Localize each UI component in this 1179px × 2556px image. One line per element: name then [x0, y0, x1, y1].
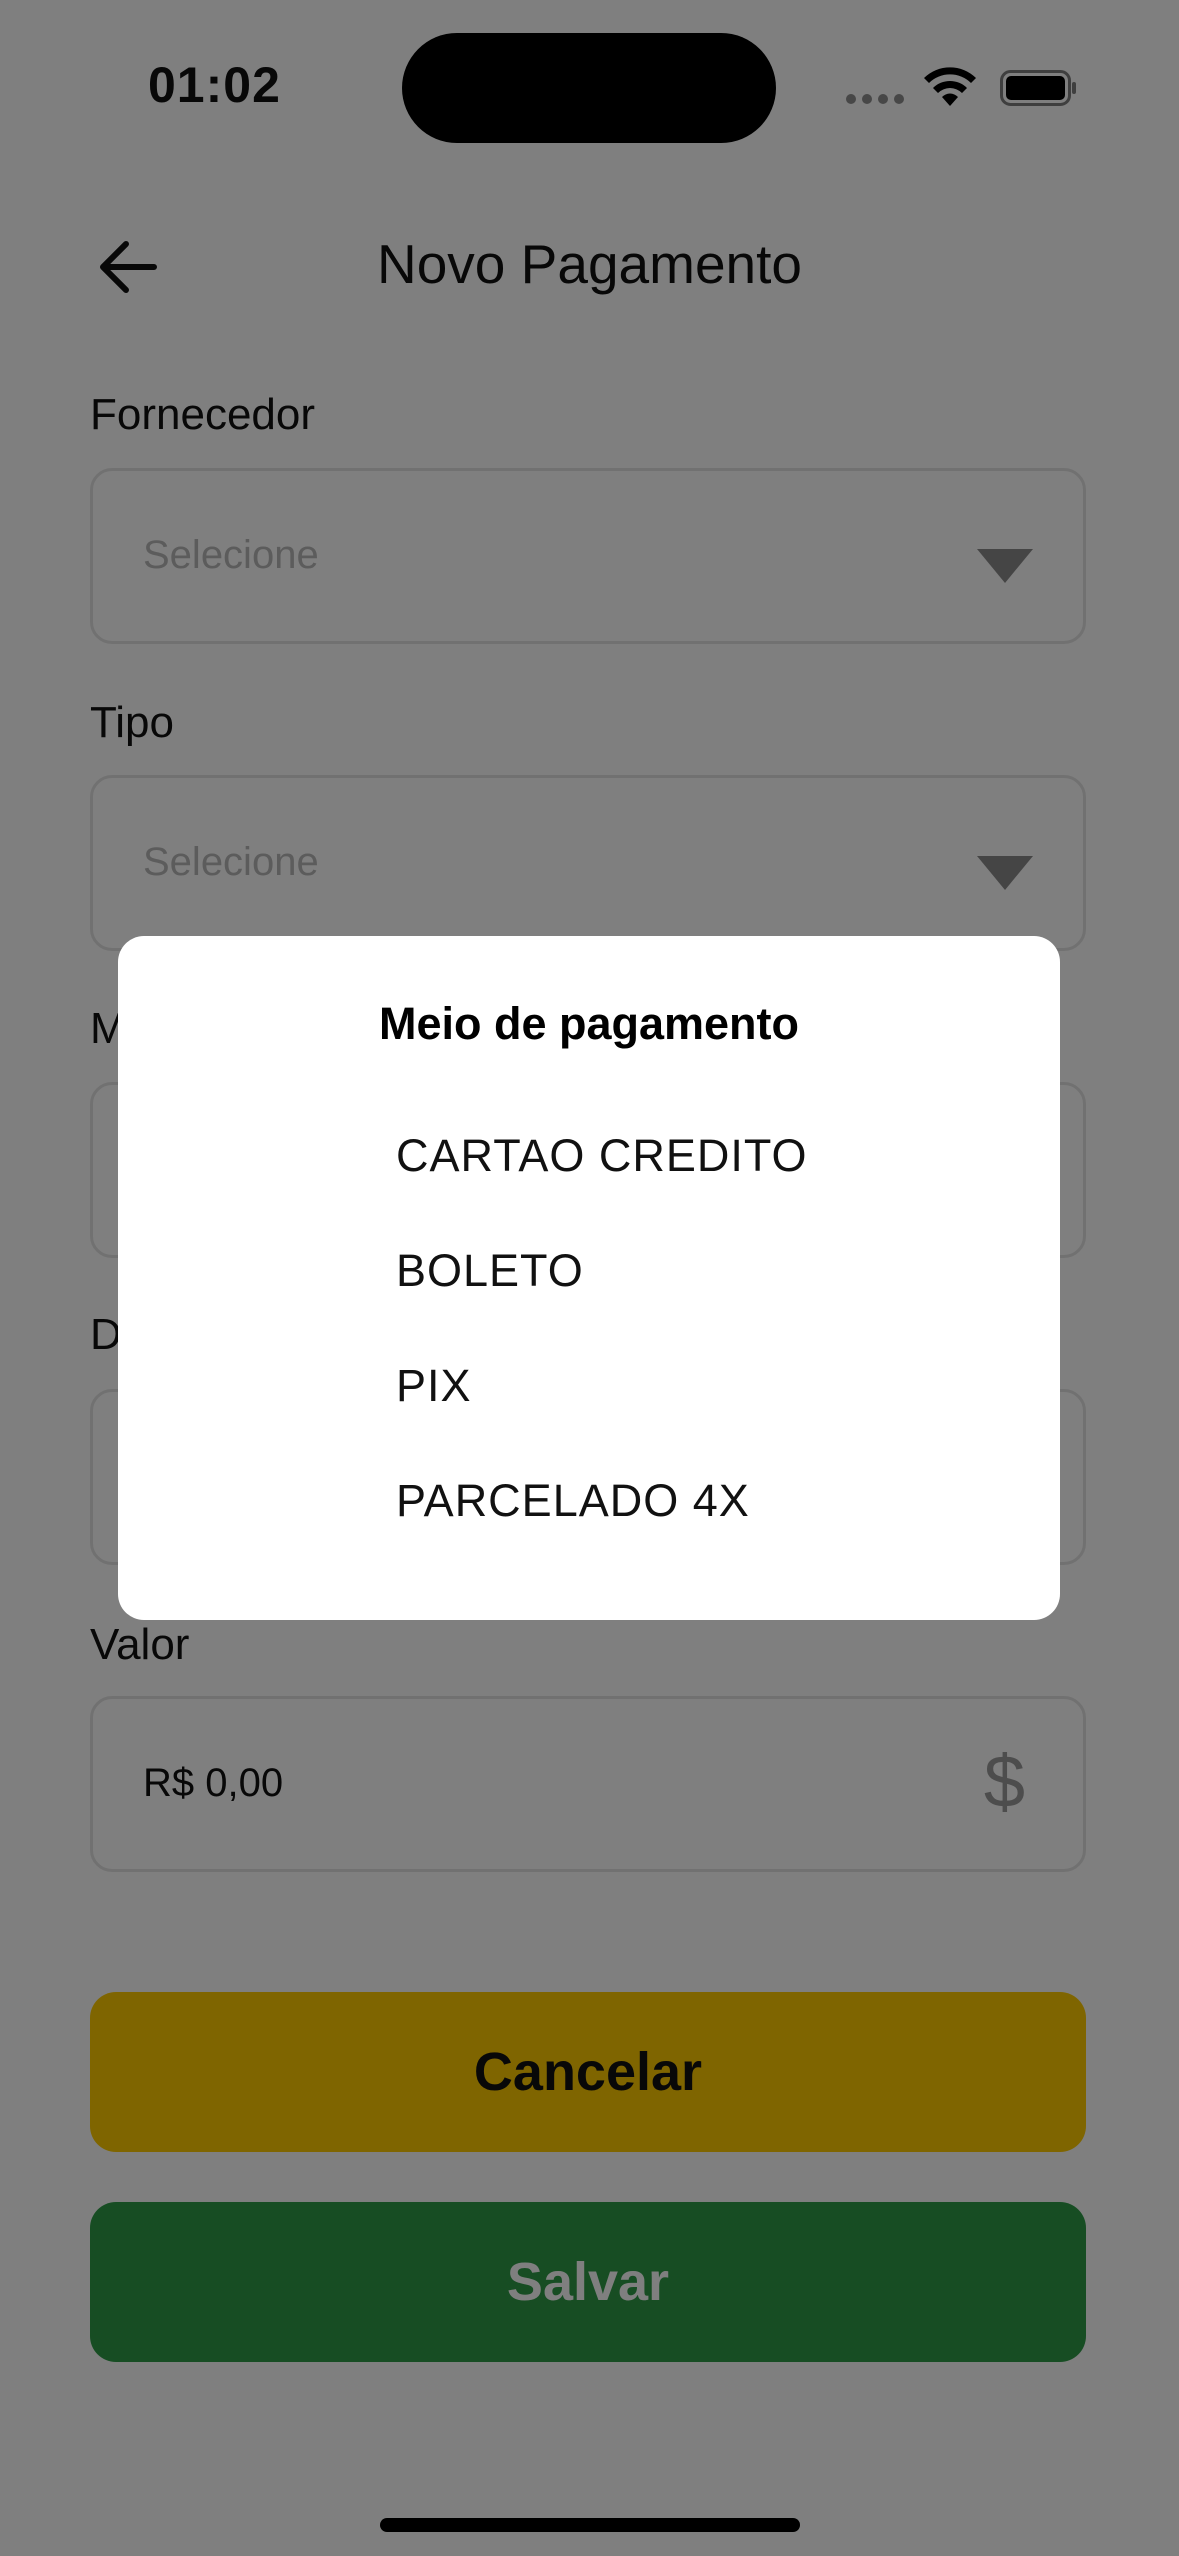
- option-pix[interactable]: PIX: [396, 1360, 472, 1412]
- option-cartao-credito[interactable]: CARTAO CREDITO: [396, 1130, 808, 1182]
- option-parcelado-4x[interactable]: PARCELADO 4X: [396, 1475, 750, 1527]
- screen: 01:02 Novo Pagamento Fornecedor Selecion…: [0, 0, 1179, 2556]
- payment-method-dialog: Meio de pagamento CARTAO CREDITO BOLETO …: [118, 936, 1060, 1620]
- option-boleto[interactable]: BOLETO: [396, 1245, 584, 1297]
- dialog-title: Meio de pagamento: [378, 998, 800, 1049]
